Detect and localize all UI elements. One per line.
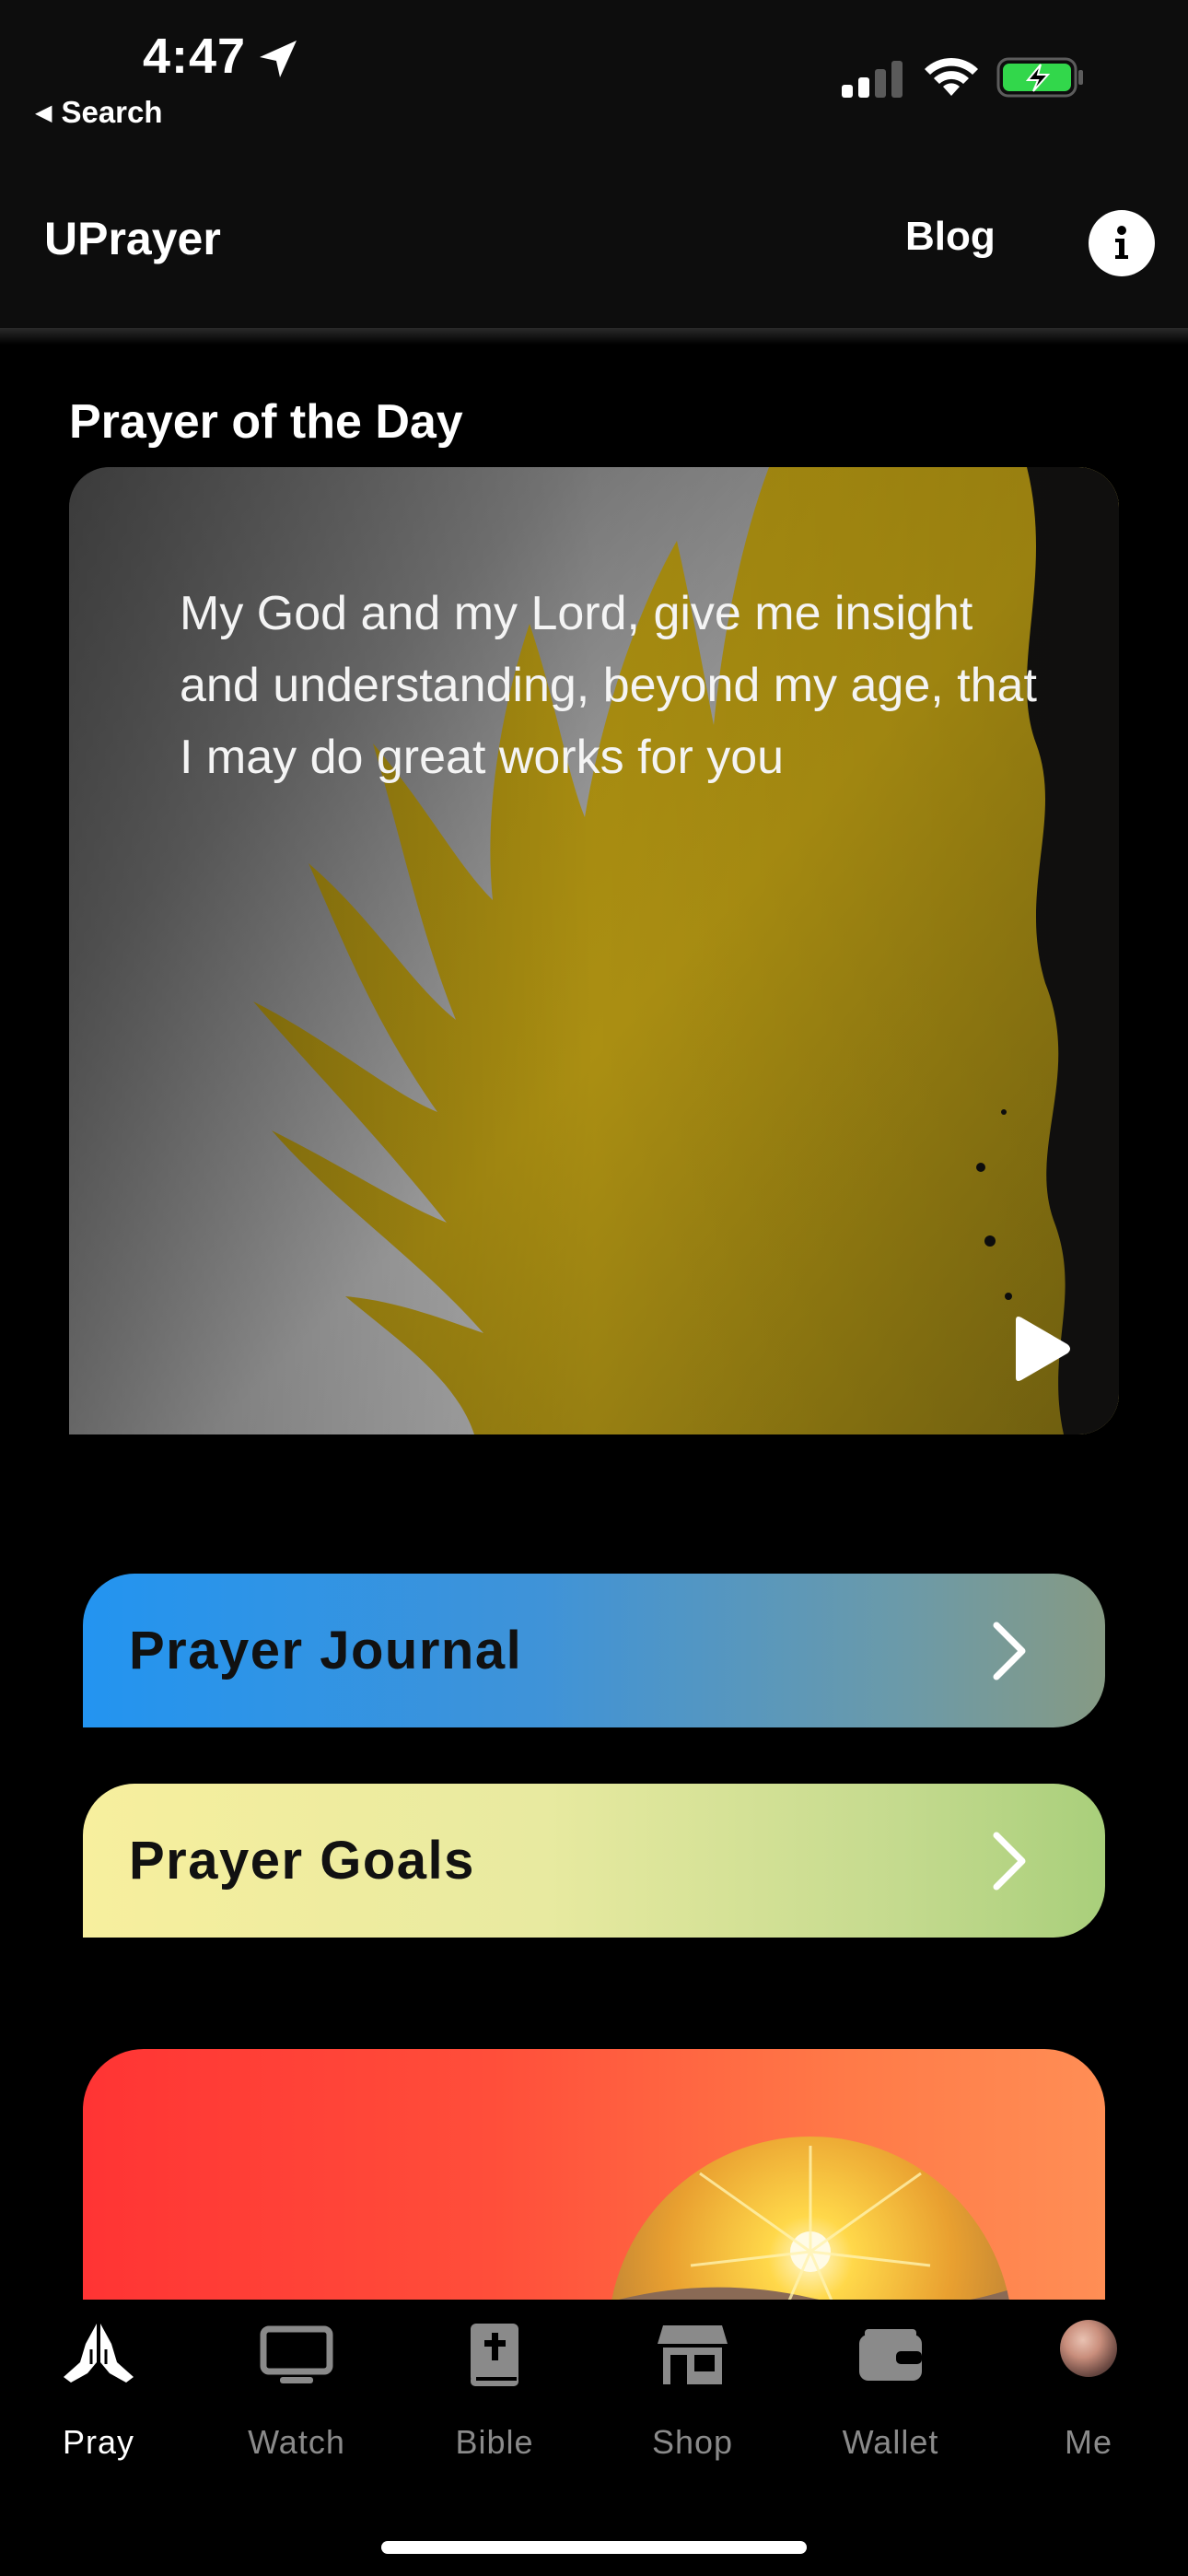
section-title: Prayer of the Day: [69, 395, 463, 449]
info-icon: [1115, 226, 1128, 259]
prayer-journal-button[interactable]: Prayer Journal: [83, 1574, 1105, 1727]
location-arrow-icon: [260, 41, 297, 77]
tab-bar: Pray Watch Bible Shop Wallet Me: [0, 2300, 1188, 2576]
tab-wallet[interactable]: Wallet: [798, 2300, 983, 2502]
blog-link[interactable]: Blog: [905, 214, 996, 260]
status-time: 4:47: [143, 29, 247, 84]
praying-hands-icon: [64, 2324, 134, 2383]
wifi-icon: [925, 57, 978, 96]
header-shadow: [0, 328, 1188, 345]
app-title: UPrayer: [44, 213, 221, 264]
info-button[interactable]: [1089, 210, 1155, 276]
tab-me[interactable]: Me: [996, 2300, 1181, 2502]
tab-label: Wallet: [842, 2423, 939, 2461]
avatar: [1060, 2320, 1117, 2377]
cellular-signal-icon: [842, 61, 903, 98]
prayer-journal-label: Prayer Journal: [129, 1621, 523, 1680]
tab-label: Watch: [248, 2423, 345, 2461]
bible-icon: [471, 2324, 518, 2386]
back-triangle-icon: ◀: [35, 100, 52, 125]
tab-label: Pray: [62, 2423, 135, 2461]
battery-charging-icon: [996, 57, 1083, 98]
tab-label: Shop: [651, 2423, 734, 2461]
prayer-goals-label: Prayer Goals: [129, 1831, 475, 1891]
back-to-search-link[interactable]: ◀ Search: [35, 95, 163, 130]
tab-bible[interactable]: Bible: [402, 2300, 587, 2502]
prayer-of-the-day-card[interactable]: My God and my Lord, give me insight and …: [69, 467, 1119, 1434]
tab-label: Me: [1064, 2423, 1112, 2461]
chevron-right-icon: [993, 1622, 1026, 1680]
home-indicator: [381, 2541, 807, 2554]
chevron-right-icon: [993, 1832, 1026, 1890]
store-icon: [658, 2325, 728, 2384]
tab-watch[interactable]: Watch: [204, 2300, 389, 2502]
tab-label: Bible: [455, 2423, 534, 2461]
tab-shop[interactable]: Shop: [600, 2300, 785, 2502]
tab-pray[interactable]: Pray: [6, 2300, 191, 2502]
top-bar: 4:47 ◀ Search UPrayer Blog: [0, 0, 1188, 332]
back-label: Search: [61, 95, 163, 129]
play-icon[interactable]: [1008, 1315, 1073, 1383]
wallet-icon: [859, 2329, 922, 2381]
prayer-text: My God and my Lord, give me insight and …: [180, 587, 1037, 784]
prayer-goals-button[interactable]: Prayer Goals: [83, 1784, 1105, 1938]
monitor-icon: [260, 2325, 333, 2383]
